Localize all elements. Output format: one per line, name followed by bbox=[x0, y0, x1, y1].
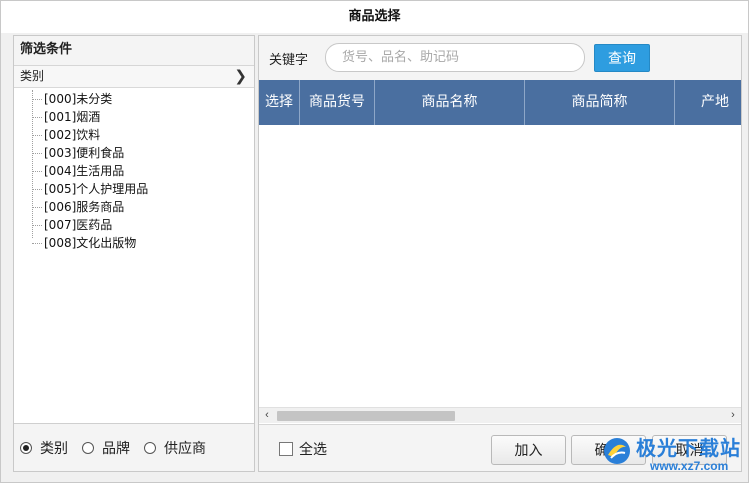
category-tree: [000]未分类 [001]烟酒 [002]饮料 [003]便利食品 [004]… bbox=[14, 88, 254, 420]
ok-button[interactable]: 确定 bbox=[571, 435, 646, 465]
tree-item-002[interactable]: [002]饮料 bbox=[14, 126, 254, 144]
checkbox-box[interactable] bbox=[279, 442, 293, 456]
filter-panel-title: 筛选条件 bbox=[14, 36, 254, 66]
filter-mode-radios: 类别 品牌 供应商 bbox=[14, 423, 254, 471]
cancel-button[interactable]: 取消 bbox=[652, 435, 727, 465]
dialog-title: 商品选择 bbox=[1, 1, 748, 33]
category-section-toggle[interactable]: 类别 ❯ bbox=[14, 66, 254, 88]
tree-item-008[interactable]: [008]文化出版物 bbox=[14, 234, 254, 252]
search-bar: 关键字 查询 bbox=[259, 36, 741, 80]
tree-item-005[interactable]: [005]个人护理用品 bbox=[14, 180, 254, 198]
add-button[interactable]: 加入 bbox=[491, 435, 566, 465]
radio-button-checked[interactable] bbox=[20, 441, 32, 454]
product-select-dialog: 商品选择 筛选条件 类别 ❯ [000]未分类 [001]烟酒 [002]饮料 … bbox=[0, 0, 749, 483]
column-header-name[interactable]: 商品名称 bbox=[375, 80, 525, 125]
action-bar: 全选 加入 确定 取消 bbox=[259, 424, 741, 471]
radio-supplier-label: 供应商 bbox=[164, 439, 206, 456]
radio-button[interactable] bbox=[144, 441, 156, 454]
tree-item-003[interactable]: [003]便利食品 bbox=[14, 144, 254, 162]
scroll-right-icon[interactable]: › bbox=[725, 408, 741, 424]
select-all-checkbox[interactable]: 全选 bbox=[279, 439, 327, 459]
keyword-label: 关键字 bbox=[269, 52, 309, 67]
column-header-code[interactable]: 商品货号 bbox=[300, 80, 375, 125]
product-panel: 关键字 查询 选择 商品货号 商品名称 商品简称 产地 ‹ › 全选 加入 确定… bbox=[258, 35, 742, 472]
query-button[interactable]: 查询 bbox=[594, 44, 650, 72]
horizontal-scrollbar[interactable]: ‹ › bbox=[259, 407, 741, 423]
scroll-left-icon[interactable]: ‹ bbox=[259, 408, 275, 424]
column-header-origin[interactable]: 产地 bbox=[675, 80, 741, 125]
radio-supplier[interactable]: 供应商 bbox=[144, 438, 206, 458]
radio-category[interactable]: 类别 bbox=[20, 438, 68, 458]
radio-category-label: 类别 bbox=[40, 439, 68, 456]
column-header-short-name[interactable]: 商品简称 bbox=[525, 80, 675, 125]
scrollbar-thumb[interactable] bbox=[277, 411, 455, 421]
select-all-label: 全选 bbox=[299, 441, 327, 457]
tree-item-007[interactable]: [007]医药品 bbox=[14, 216, 254, 234]
tree-item-001[interactable]: [001]烟酒 bbox=[14, 108, 254, 126]
tree-item-006[interactable]: [006]服务商品 bbox=[14, 198, 254, 216]
radio-brand-label: 品牌 bbox=[102, 439, 130, 456]
keyword-search-input[interactable] bbox=[325, 43, 585, 72]
grid-body bbox=[259, 125, 741, 407]
filter-panel: 筛选条件 类别 ❯ [000]未分类 [001]烟酒 [002]饮料 [003]… bbox=[13, 35, 255, 472]
tree-item-004[interactable]: [004]生活用品 bbox=[14, 162, 254, 180]
radio-brand[interactable]: 品牌 bbox=[82, 438, 130, 458]
grid-header: 选择 商品货号 商品名称 商品简称 产地 bbox=[259, 80, 741, 125]
tree-item-000[interactable]: [000]未分类 bbox=[14, 90, 254, 108]
category-section-label: 类别 bbox=[20, 69, 45, 83]
chevron-right-icon[interactable]: ❯ bbox=[234, 66, 247, 87]
radio-button[interactable] bbox=[82, 441, 94, 454]
column-header-select[interactable]: 选择 bbox=[259, 80, 300, 125]
